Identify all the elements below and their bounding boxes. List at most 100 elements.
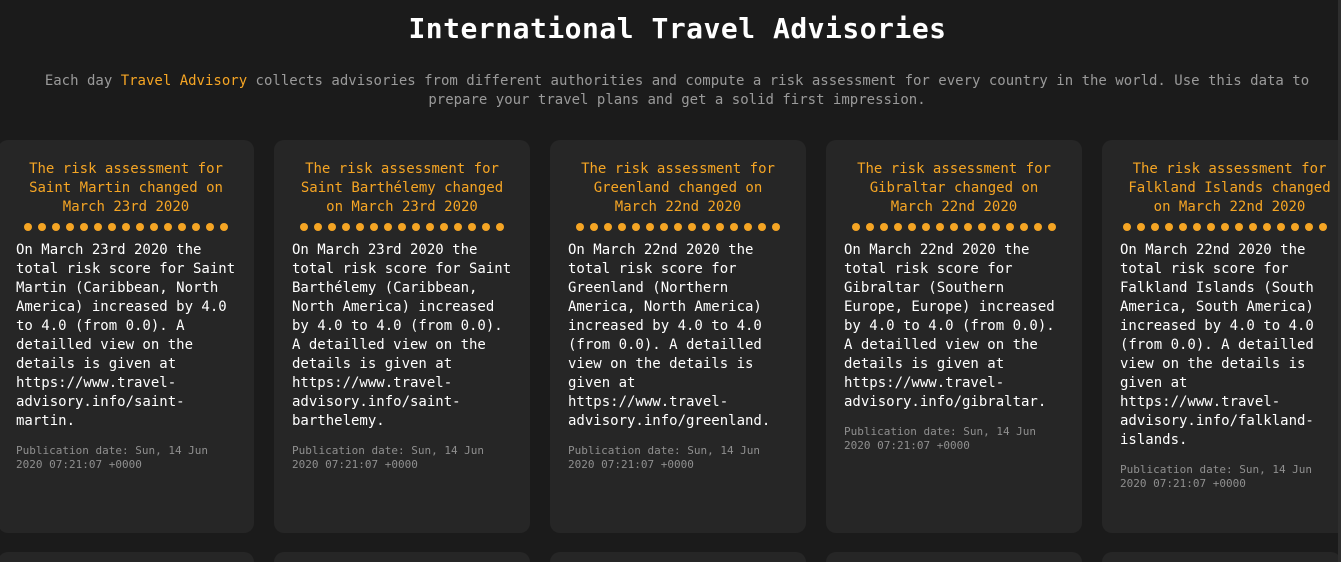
divider-dot — [1305, 223, 1313, 231]
advisory-card[interactable]: The risk assessment for Falkland Islands… — [1102, 140, 1341, 533]
divider-dot — [94, 223, 102, 231]
divider-dot — [660, 223, 668, 231]
publication-date: Publication date: Sun, 14 Jun 2020 07:21… — [844, 425, 1037, 452]
card-title[interactable]: The risk assessment for Falkland Islands… — [1120, 160, 1339, 217]
divider-dot — [936, 223, 944, 231]
divider-dot — [978, 223, 986, 231]
divider-dot — [576, 223, 584, 231]
divider-dot — [1034, 223, 1042, 231]
divider-dot — [1179, 223, 1187, 231]
divider-dot — [590, 223, 598, 231]
advisory-card-next-row[interactable] — [0, 552, 254, 562]
card-body: On March 23rd 2020 the total risk score … — [292, 242, 512, 429]
advisory-card-next-row[interactable] — [550, 552, 806, 562]
divider-dot — [66, 223, 74, 231]
divider-dot — [618, 223, 626, 231]
divider-dot — [300, 223, 308, 231]
divider-dot — [1020, 223, 1028, 231]
divider-dot — [1207, 223, 1215, 231]
divider-dot — [1221, 223, 1229, 231]
divider-dot — [426, 223, 434, 231]
advisory-card[interactable]: The risk assessment for Gibraltar change… — [826, 140, 1082, 533]
divider-dot — [164, 223, 172, 231]
divider-dot — [136, 223, 144, 231]
divider-dot — [1291, 223, 1299, 231]
divider-dot — [908, 223, 916, 231]
divider-dot — [1277, 223, 1285, 231]
divider-dot — [370, 223, 378, 231]
divider-dot — [604, 223, 612, 231]
intro-text: Each day Travel Advisory collects adviso… — [12, 72, 1341, 110]
advisory-card-next-row[interactable] — [1102, 552, 1341, 562]
divider-dot — [702, 223, 710, 231]
divider-dot — [1235, 223, 1243, 231]
divider-dot — [716, 223, 724, 231]
advisory-card[interactable]: The risk assessment for Saint Barthélemy… — [274, 140, 530, 533]
divider-dot — [1151, 223, 1159, 231]
intro-prefix: Each day — [44, 73, 121, 89]
divider-dot — [772, 223, 780, 231]
divider-dot — [758, 223, 766, 231]
card-title[interactable]: The risk assessment for Saint Martin cha… — [16, 160, 236, 217]
publication-date: Publication date: Sun, 14 Jun 2020 07:21… — [16, 444, 209, 471]
advisory-card[interactable]: The risk assessment for Saint Martin cha… — [0, 140, 254, 533]
divider-dot — [38, 223, 46, 231]
divider-dot — [1263, 223, 1271, 231]
divider-dot — [206, 223, 214, 231]
divider-dot — [964, 223, 972, 231]
divider-dot — [178, 223, 186, 231]
divider-dot — [482, 223, 490, 231]
divider-dot — [1319, 223, 1327, 231]
divider-dot — [192, 223, 200, 231]
divider-dot — [398, 223, 406, 231]
divider-dot — [24, 223, 32, 231]
divider-dot — [108, 223, 116, 231]
divider-dot — [894, 223, 902, 231]
divider-dot — [880, 223, 888, 231]
divider-dot — [852, 223, 860, 231]
divider-dot — [1165, 223, 1173, 231]
divider-dot — [632, 223, 640, 231]
divider-dot — [122, 223, 130, 231]
advisory-card[interactable]: The risk assessment for Greenland change… — [550, 140, 806, 533]
divider-dot — [440, 223, 448, 231]
card-title[interactable]: The risk assessment for Gibraltar change… — [844, 160, 1064, 217]
divider-dot — [52, 223, 60, 231]
divider-dot — [150, 223, 158, 231]
intro-suffix: collects advisories from different autho… — [247, 73, 1310, 108]
divider-dot — [688, 223, 696, 231]
advisory-card-next-row[interactable] — [274, 552, 530, 562]
advisory-card-next-row[interactable] — [826, 552, 1082, 562]
divider-dot — [922, 223, 930, 231]
divider-dot — [314, 223, 322, 231]
dot-divider — [844, 223, 1064, 231]
divider-dot — [220, 223, 228, 231]
divider-dot — [1123, 223, 1131, 231]
dot-divider — [1120, 223, 1339, 231]
card-body: On March 22nd 2020 the total risk score … — [568, 242, 771, 429]
divider-dot — [730, 223, 738, 231]
divider-dot — [1193, 223, 1201, 231]
page-title: International Travel Advisories — [408, 12, 947, 45]
card-title[interactable]: The risk assessment for Saint Barthélemy… — [292, 160, 512, 217]
card-body: On March 22nd 2020 the total risk score … — [844, 242, 1055, 410]
card-title[interactable]: The risk assessment for Greenland change… — [568, 160, 788, 217]
divider-dot — [454, 223, 462, 231]
card-body: On March 22nd 2020 the total risk score … — [1120, 242, 1314, 448]
divider-dot — [496, 223, 504, 231]
dot-divider — [16, 223, 236, 231]
travel-advisory-link[interactable]: Travel Advisory — [121, 73, 247, 89]
divider-dot — [950, 223, 958, 231]
divider-dot — [356, 223, 364, 231]
publication-date: Publication date: Sun, 14 Jun 2020 07:21… — [1120, 463, 1313, 490]
card-body: On March 23rd 2020 the total risk score … — [16, 242, 236, 429]
divider-dot — [342, 223, 350, 231]
divider-dot — [744, 223, 752, 231]
divider-dot — [1249, 223, 1257, 231]
divider-dot — [468, 223, 476, 231]
divider-dot — [992, 223, 1000, 231]
divider-dot — [1048, 223, 1056, 231]
divider-dot — [80, 223, 88, 231]
publication-date: Publication date: Sun, 14 Jun 2020 07:21… — [568, 444, 761, 471]
divider-dot — [412, 223, 420, 231]
